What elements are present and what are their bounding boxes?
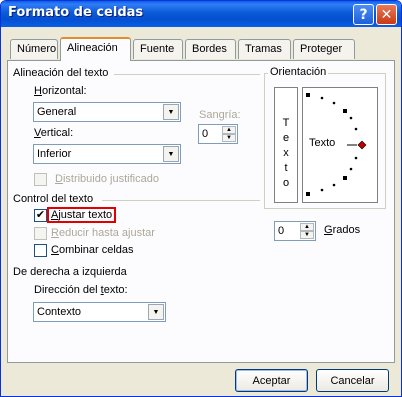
merge-cells-label: Combinar celdas bbox=[51, 244, 134, 256]
horizontal-select[interactable]: General ▼ bbox=[33, 102, 181, 122]
spin-down-icon[interactable]: ▼ bbox=[222, 134, 236, 142]
vertical-text: T e x t o bbox=[282, 117, 290, 189]
text-direction-label: Dirección del texto: bbox=[34, 284, 128, 296]
vertical-text-option[interactable]: T e x t o bbox=[274, 87, 298, 203]
indent-spin-buttons: ▲ ▼ bbox=[222, 126, 236, 142]
tab-bordes[interactable]: Bordes bbox=[185, 39, 236, 59]
merge-cells-checkbox[interactable] bbox=[34, 244, 47, 257]
text-alignment-heading: Alineación del texto bbox=[13, 67, 109, 79]
degrees-value: 0 bbox=[278, 225, 285, 237]
indent-value: 0 bbox=[202, 128, 209, 140]
help-icon: ? bbox=[359, 6, 368, 23]
rtl-heading: De derecha a izquierda bbox=[13, 266, 127, 278]
wrap-text-checkbox[interactable]: ✔ bbox=[34, 209, 47, 222]
tab-label: Alineación bbox=[67, 42, 118, 54]
vertical-value: Inferior bbox=[37, 148, 72, 160]
horizontal-label: Horizontal: bbox=[34, 85, 87, 97]
orientation-heading: Orientación bbox=[268, 66, 329, 78]
help-button[interactable]: ? bbox=[353, 4, 374, 25]
indent-stepper[interactable]: 0 ▲ ▼ bbox=[198, 124, 238, 144]
degrees-label: Grados bbox=[324, 224, 361, 236]
spin-up-icon[interactable]: ▲ bbox=[300, 223, 314, 231]
format-cells-dialog: Formato de celdas ? ✕ Número Alineación … bbox=[0, 0, 402, 397]
tab-label: Bordes bbox=[192, 43, 227, 55]
degrees-spin-buttons: ▲ ▼ bbox=[300, 223, 314, 239]
spin-up-icon[interactable]: ▲ bbox=[222, 126, 236, 134]
tab-tramas[interactable]: Tramas bbox=[238, 39, 291, 59]
tab-alineacion[interactable]: Alineación bbox=[60, 37, 131, 61]
degrees-stepper[interactable]: 0 ▲ ▼ bbox=[274, 221, 316, 241]
ok-label: Aceptar bbox=[252, 374, 291, 387]
checkmark-icon: ✔ bbox=[35, 209, 46, 221]
alignment-panel: Alineación del texto Horizontal: General… bbox=[7, 60, 395, 363]
close-icon: ✕ bbox=[380, 6, 393, 23]
window-title: Formato de celdas bbox=[8, 5, 144, 20]
dropdown-arrow-icon[interactable]: ▼ bbox=[163, 146, 179, 162]
tab-proteger[interactable]: Proteger bbox=[293, 39, 355, 59]
distributed-checkbox[interactable] bbox=[34, 173, 47, 186]
cancel-label: Cancelar bbox=[330, 374, 375, 387]
wrap-text-label: Ajustar texto bbox=[47, 207, 117, 223]
indent-label: Sangría: bbox=[199, 109, 241, 121]
tab-label: Proteger bbox=[300, 43, 343, 55]
orientation-dial[interactable]: Texto bbox=[302, 87, 378, 203]
text-direction-value: Contexto bbox=[37, 306, 82, 318]
ok-button[interactable]: Aceptar bbox=[235, 369, 308, 392]
dropdown-arrow-icon[interactable]: ▼ bbox=[163, 104, 179, 120]
horizontal-value: General bbox=[37, 106, 77, 118]
tab-label: Tramas bbox=[245, 43, 282, 55]
text-direction-select[interactable]: Contexto ▼ bbox=[33, 302, 166, 322]
divider bbox=[102, 200, 260, 201]
dial-text: Texto bbox=[309, 137, 336, 149]
tab-label: Número bbox=[17, 43, 57, 55]
vertical-select[interactable]: Inferior ▼ bbox=[33, 144, 181, 164]
divider bbox=[114, 74, 260, 75]
dropdown-arrow-icon[interactable]: ▼ bbox=[148, 304, 164, 320]
shrink-to-fit-checkbox[interactable] bbox=[34, 227, 47, 240]
distributed-label: Distribuido justificado bbox=[55, 173, 159, 185]
tab-label: Fuente bbox=[140, 43, 175, 55]
title-bar: Formato de celdas ? ✕ bbox=[1, 1, 401, 27]
shrink-to-fit-label: Reducir hasta ajustar bbox=[51, 227, 155, 239]
text-control-heading: Control del texto bbox=[13, 193, 94, 205]
cancel-button[interactable]: Cancelar bbox=[316, 369, 389, 392]
vertical-label: Vertical: bbox=[34, 127, 74, 139]
tab-numero[interactable]: Número bbox=[10, 39, 58, 59]
close-button[interactable]: ✕ bbox=[376, 4, 397, 25]
spin-down-icon[interactable]: ▼ bbox=[300, 231, 314, 239]
tab-fuente[interactable]: Fuente bbox=[133, 39, 183, 59]
